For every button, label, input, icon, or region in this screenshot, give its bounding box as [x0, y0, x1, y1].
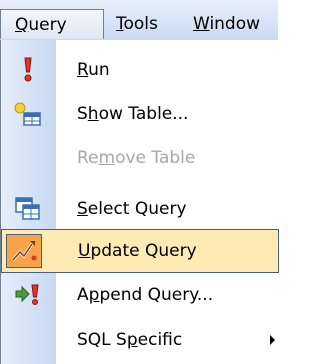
show-table-icon [13, 100, 43, 128]
menu-item-show-table-label: Show Table... [77, 104, 189, 124]
menu-tools[interactable]: Tools [116, 9, 158, 39]
menu-query-label: uery [28, 15, 67, 35]
menu-item-select-query[interactable]: Select Query [1, 187, 279, 231]
run-exclamation-icon [13, 56, 43, 84]
menu-item-show-table[interactable]: Show Table... [1, 92, 279, 136]
menu-query-mnemonic: Q [15, 15, 29, 35]
menu-window-label: indow [209, 14, 261, 34]
menu-window-mnemonic: W [193, 14, 210, 34]
menu-tools-label: ools [123, 14, 158, 34]
menu-item-append-query[interactable]: Append Query... [1, 273, 279, 317]
select-query-icon [13, 195, 43, 223]
update-query-icon [6, 234, 42, 268]
menu-item-update-query[interactable]: Update Query [1, 229, 279, 273]
menu-item-append-query-label: Append Query... [77, 285, 214, 305]
menu-item-sql-specific-label: SQL Specific [77, 330, 183, 350]
menu-window[interactable]: Window [193, 9, 260, 39]
menu-bar: Query Tools Window [0, 0, 278, 41]
menu-query[interactable]: Query [0, 9, 104, 39]
append-query-icon [13, 281, 43, 309]
query-dropdown-menu: Run Show Table... Remove Table Select Qu… [0, 40, 279, 364]
menu-item-run[interactable]: Run [1, 48, 279, 92]
menu-item-update-query-label: Update Query [78, 241, 197, 261]
menu-item-remove-table: Remove Table [1, 136, 279, 180]
menu-item-sql-specific[interactable]: SQL Specific [1, 318, 279, 362]
menu-item-remove-table-label: Remove Table [77, 148, 196, 168]
menu-tools-mnemonic: T [116, 14, 124, 34]
submenu-arrow-icon [270, 335, 275, 345]
menu-item-select-query-label: Select Query [77, 199, 187, 219]
menu-item-run-label: Run [77, 60, 110, 80]
